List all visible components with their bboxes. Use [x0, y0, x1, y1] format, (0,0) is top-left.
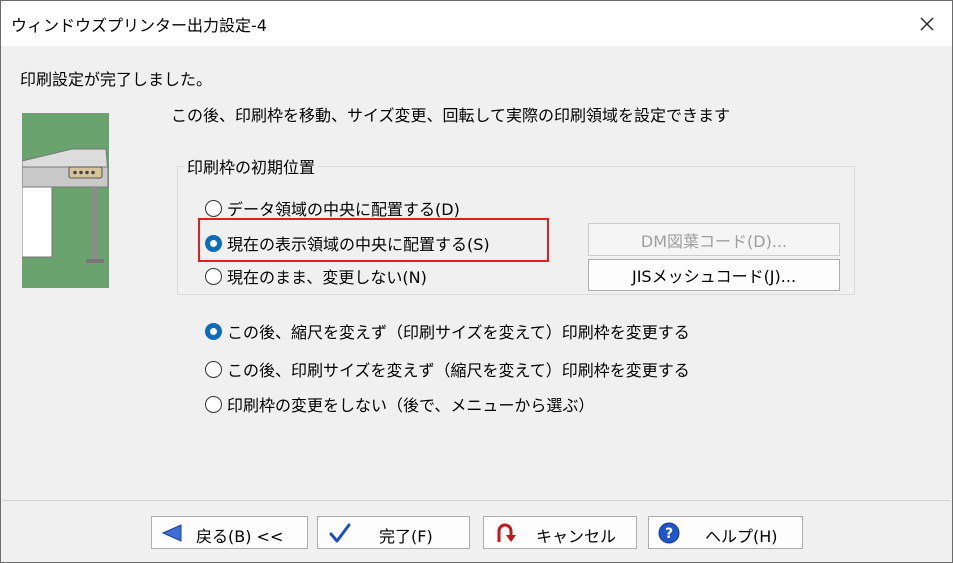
dm-code-button[interactable]: DM図葉コード(D)... — [588, 223, 840, 256]
back-arrow-icon — [161, 524, 182, 542]
radio-circle — [205, 395, 222, 413]
radio-keep-current[interactable]: 現在のまま、変更しない(N) — [205, 264, 427, 288]
cancel-button[interactable]: キャンセル — [483, 516, 637, 549]
close-icon — [920, 17, 934, 30]
help-icon: ? — [658, 522, 680, 544]
checkmark-icon — [329, 523, 351, 543]
close-button[interactable] — [902, 1, 952, 46]
printer-illustration — [22, 113, 109, 288]
dialog-window: ウィンドウズプリンター出力設定-4 印刷設定が完了しました。 この後、印刷枠を移… — [0, 0, 953, 563]
svg-text:?: ? — [665, 526, 673, 542]
radio-label: 印刷枠の変更をしない（後で、メニューから選ぶ） — [227, 396, 595, 415]
cancel-button-label: キャンセル — [536, 527, 617, 546]
radio-circle — [205, 199, 222, 217]
description-text: この後、印刷枠を移動、サイズ変更、回転して実際の印刷領域を設定できます — [171, 106, 731, 125]
back-button-label: 戻る(B) << — [196, 527, 284, 546]
radio-keep-scale[interactable]: この後、縮尺を変えず（印刷サイズを変えて）印刷枠を変更する — [205, 319, 690, 343]
radio-keep-print-size[interactable]: この後、印刷サイズを変えず（縮尺を変えて）印刷枠を変更する — [205, 357, 690, 381]
radio-circle — [205, 267, 222, 285]
help-button-label: ヘルプ(H) — [705, 527, 778, 546]
radio-circle-selected — [205, 322, 222, 340]
undo-arrow-icon — [497, 523, 516, 542]
window-title: ウィンドウズプリンター出力設定-4 — [11, 16, 267, 35]
completion-message: 印刷設定が完了しました。 — [20, 70, 213, 89]
radio-label: この後、印刷サイズを変えず（縮尺を変えて）印刷枠を変更する — [227, 361, 690, 380]
footer-separator — [3, 500, 950, 501]
highlight-box — [198, 218, 549, 262]
radio-no-change[interactable]: 印刷枠の変更をしない（後で、メニューから選ぶ） — [205, 392, 594, 416]
title-bar: ウィンドウズプリンター出力設定-4 — [1, 1, 952, 46]
finish-button-label: 完了(F) — [379, 527, 433, 546]
back-button[interactable]: 戻る(B) << — [151, 516, 308, 549]
help-button[interactable]: ? ヘルプ(H) — [648, 516, 803, 549]
radio-circle — [205, 360, 222, 378]
radio-label: この後、縮尺を変えず（印刷サイズを変えて）印刷枠を変更する — [227, 323, 690, 342]
jis-mesh-code-button[interactable]: JISメッシュコード(J)... — [588, 259, 840, 291]
radio-label: データ領域の中央に配置する(D) — [227, 200, 460, 219]
radio-label: 現在のまま、変更しない(N) — [227, 268, 427, 287]
finish-button[interactable]: 完了(F) — [317, 516, 470, 549]
radio-data-center[interactable]: データ領域の中央に配置する(D) — [205, 196, 460, 220]
group-label: 印刷枠の初期位置 — [184, 154, 319, 178]
